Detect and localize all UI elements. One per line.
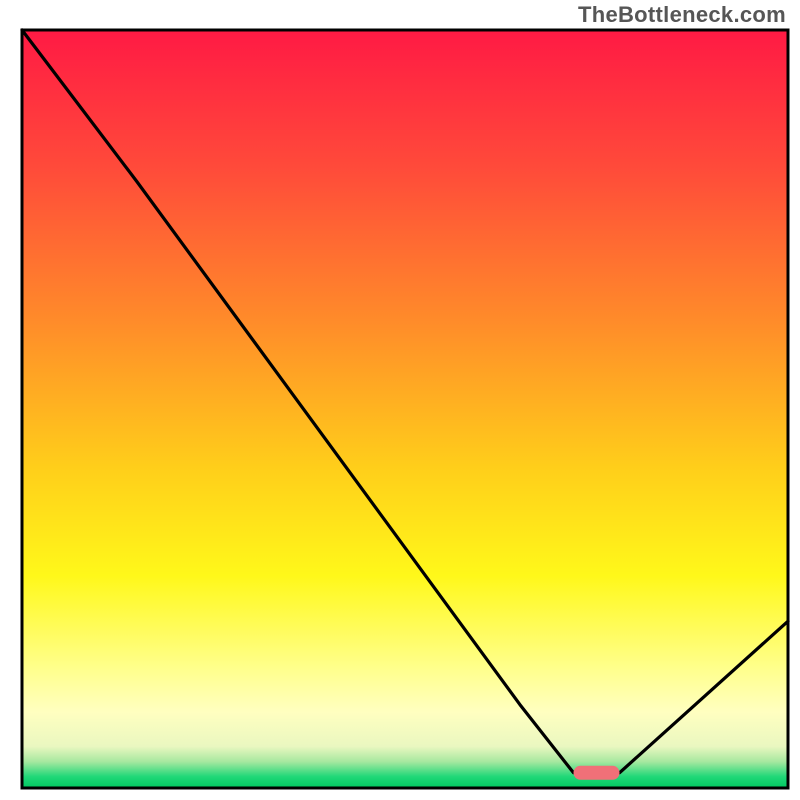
attribution-label: TheBottleneck.com (578, 2, 786, 28)
chart-container: { "attribution": "TheBottleneck.com", "c… (0, 0, 800, 800)
optimal-marker (574, 766, 620, 780)
plot-background (22, 30, 788, 788)
bottleneck-chart (0, 0, 800, 800)
